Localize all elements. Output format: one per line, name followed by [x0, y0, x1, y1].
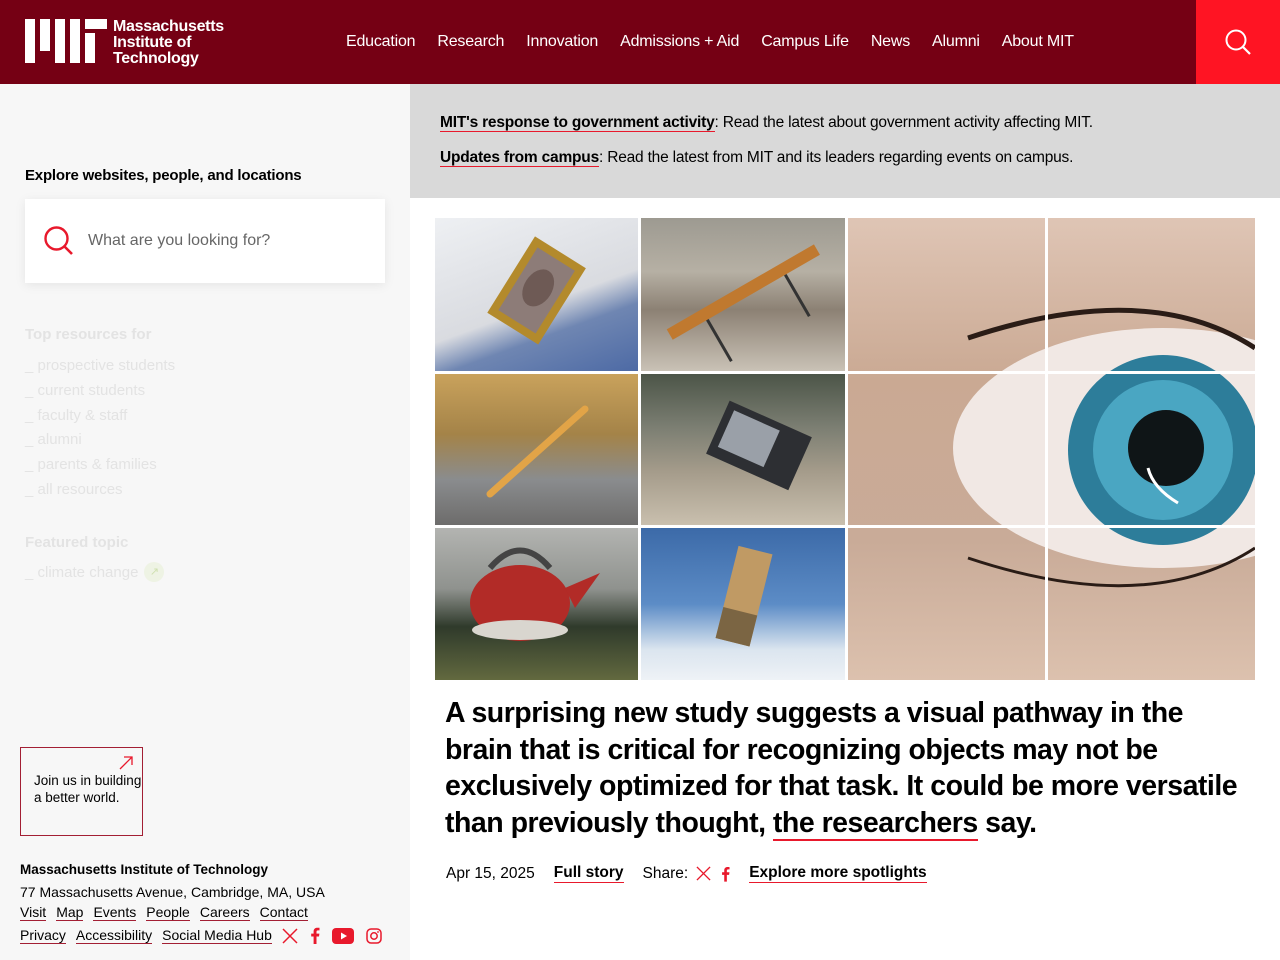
header-search-button[interactable]	[1196, 0, 1280, 84]
join-us-text: Join us in building a better world.	[34, 773, 142, 805]
footer-link-people[interactable]: People	[146, 905, 190, 921]
featured-title: Featured topic	[25, 534, 129, 551]
image-tile-bench	[641, 218, 845, 371]
x-icon[interactable]	[696, 866, 711, 881]
footer-links-secondary: Privacy Accessibility Social Media Hub	[20, 927, 394, 944]
full-story-link[interactable]: Full story	[553, 864, 624, 883]
researchers-link[interactable]: the researchers	[772, 806, 978, 841]
mit-logo-mark	[25, 19, 107, 63]
nav-alumni[interactable]: Alumni	[932, 33, 980, 51]
footer-links: Visit Map Events People Careers Contact	[20, 905, 318, 921]
image-tile-calculator	[641, 374, 845, 525]
explore-spotlights-link[interactable]: Explore more spotlights	[749, 864, 927, 883]
footer-link-visit[interactable]: Visit	[20, 905, 47, 921]
x-icon[interactable]	[282, 927, 298, 944]
instagram-icon[interactable]	[366, 927, 382, 944]
footer-address: 77 Massachusetts Avenue, Cambridge, MA, …	[20, 884, 325, 900]
search-input[interactable]	[88, 232, 348, 250]
image-tile-picture-frame	[435, 218, 638, 371]
nav-education[interactable]: Education	[346, 33, 416, 51]
footer-link-privacy[interactable]: Privacy	[20, 927, 66, 944]
resource-link[interactable]: alumni	[25, 428, 175, 453]
arrow-up-right-icon	[119, 756, 133, 770]
nav-innovation[interactable]: Innovation	[526, 33, 598, 51]
announcement-link[interactable]: MIT's response to government activity	[440, 114, 715, 132]
site-header: Massachusetts Institute of Technology Ed…	[0, 0, 1280, 84]
image-tile-baseball-bat	[435, 374, 638, 525]
nav-campus-life[interactable]: Campus Life	[761, 33, 849, 51]
image-tile-kettle	[435, 528, 638, 680]
footer-link-careers[interactable]: Careers	[199, 905, 250, 921]
site-search	[25, 199, 385, 283]
nav-research[interactable]: Research	[437, 33, 504, 51]
spotlight-date: Apr 15, 2025	[446, 864, 535, 882]
sidebar: Explore websites, people, and locations …	[0, 84, 410, 960]
announcement-link[interactable]: Updates from campus	[440, 149, 599, 167]
footer-link-map[interactable]: Map	[56, 905, 84, 921]
resource-link[interactable]: prospective students	[25, 354, 176, 379]
footer-link-contact[interactable]: Contact	[259, 905, 308, 921]
footer-link-social-hub[interactable]: Social Media Hub	[162, 927, 272, 944]
image-tile-truck	[641, 528, 845, 680]
announcement-banner: MIT's response to government activity: R…	[410, 84, 1280, 198]
footer-institution: Massachusetts Institute of Technology	[20, 862, 269, 877]
resources-title: Top resources for	[25, 326, 152, 343]
footer-link-accessibility[interactable]: Accessibility	[75, 927, 153, 944]
nav-about[interactable]: About MIT	[1002, 33, 1074, 51]
spotlight-headline: A surprising new study suggests a visual…	[445, 697, 1238, 841]
announcement-item: Updates from campus: Read the latest fro…	[440, 149, 1074, 167]
explore-title: Explore websites, people, and locations	[25, 167, 302, 184]
resource-link[interactable]: current students	[25, 379, 175, 404]
search-icon	[1225, 29, 1251, 55]
nav-admissions[interactable]: Admissions + Aid	[620, 33, 739, 51]
logo-wordmark: Massachusetts Institute of Technology	[113, 18, 224, 67]
resource-link[interactable]: faculty & staff	[25, 404, 175, 429]
search-icon	[44, 226, 73, 255]
join-us-link[interactable]: Join us in building a better world.	[20, 747, 143, 836]
facebook-icon[interactable]	[310, 927, 320, 944]
main-nav: Education Research Innovation Admissions…	[346, 0, 1096, 84]
featured-topic-label: climate change	[37, 563, 139, 581]
spotlight-meta: Apr 15, 2025 Full story Share: Explore m…	[446, 864, 927, 883]
share-label: Share:	[642, 864, 689, 882]
arrow-icon: ↗	[144, 562, 165, 582]
announcement-item: MIT's response to government activity: R…	[440, 114, 1093, 132]
resource-link[interactable]: parents & families	[25, 453, 175, 478]
footer-link-events[interactable]: Events	[93, 905, 137, 921]
nav-news[interactable]: News	[871, 33, 910, 51]
mit-logo[interactable]: Massachusetts Institute of Technology	[25, 19, 233, 67]
facebook-icon[interactable]	[721, 866, 730, 882]
featured-topic-link[interactable]: _ climate change ↗	[25, 562, 165, 582]
youtube-icon[interactable]	[331, 927, 354, 944]
image-eye-closeup	[848, 218, 1255, 680]
resource-link[interactable]: all resources	[25, 478, 175, 503]
resources-list: prospective students current students fa…	[25, 354, 176, 503]
